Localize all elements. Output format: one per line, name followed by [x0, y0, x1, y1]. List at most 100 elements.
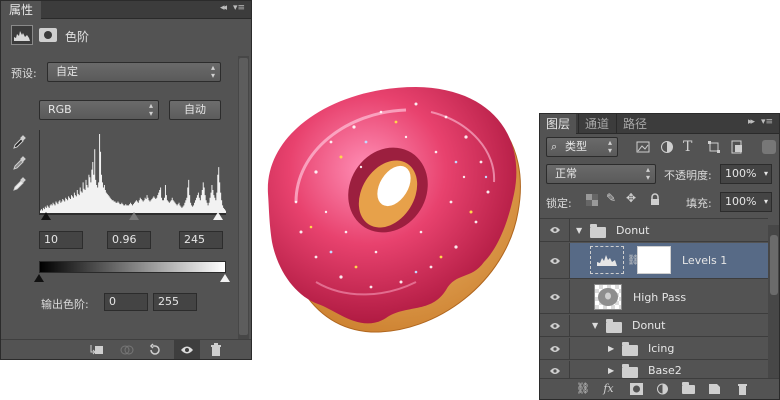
layer-name: Donut [632, 319, 666, 332]
caret-down-icon[interactable]: ▼ [592, 321, 598, 330]
properties-panel: 属性 ◂◂ ▾≡ 色阶 预设: 自定 ▴ ▾ RGB ▴ ▾ 自动 10 0.9… [0, 0, 252, 360]
blend-mode-value: 正常 [555, 167, 577, 180]
panel-menu-icon[interactable]: ▾≡ [761, 117, 773, 127]
tab-paths[interactable]: 路径 [616, 114, 653, 134]
layer-name: Levels 1 [682, 254, 728, 267]
layers-panel: 图层 通道 路径 ▸▸ ▾≡ ⌕ 类型 ▴ ▾ T 正常 ▴ ▾ 不透明度: 100… [539, 113, 780, 400]
input-gamma-slider-handle[interactable] [129, 212, 139, 220]
caret-down-icon[interactable]: ▼ [576, 226, 582, 235]
filter-kind-value: 类型 [565, 140, 587, 153]
output-white-slider-handle[interactable] [220, 274, 230, 282]
panel-menu-icon[interactable]: ▾≡ [233, 3, 245, 13]
preset-value: 自定 [56, 65, 78, 78]
scrollbar-thumb[interactable] [239, 58, 248, 335]
filter-pixel-icon[interactable] [636, 140, 650, 154]
layer-visibility-toggle[interactable] [540, 338, 570, 359]
tab-layers[interactable]: 图层 [540, 114, 577, 134]
layer-row-levels-selected[interactable]: ⛓ Levels 1 [540, 243, 768, 279]
layer-row-group[interactable]: ▶ Icing [540, 338, 768, 360]
search-icon: ⌕ [551, 140, 558, 153]
layers-scrollbar[interactable] [768, 225, 779, 381]
adjustment-title: 色阶 [65, 30, 90, 44]
layer-visibility-toggle[interactable] [540, 243, 570, 278]
collapse-panel-icon[interactable]: ◂◂ [220, 3, 227, 13]
reset-adjustment-icon[interactable] [147, 343, 163, 357]
output-levels-label: 输出色阶: [41, 298, 89, 311]
eye-icon [550, 322, 560, 329]
lock-position-icon[interactable]: ✥ [626, 191, 636, 205]
eye-icon [550, 293, 560, 300]
levels-adjustment-icon [597, 255, 617, 266]
new-layer-icon[interactable] [708, 383, 721, 395]
properties-header: 色阶 [11, 25, 243, 47]
channel-select[interactable]: RGB ▴ ▾ [39, 100, 159, 120]
caret-right-icon[interactable]: ▶ [608, 366, 614, 375]
output-black-slider-handle[interactable] [34, 274, 44, 282]
lock-image-pixels-icon[interactable]: ✎ [606, 191, 616, 205]
levels-histogram [39, 130, 226, 214]
layer-name: High Pass [633, 291, 687, 304]
layer-name: Base2 [648, 364, 682, 377]
layer-mask-icon[interactable] [39, 28, 57, 42]
folder-icon [590, 224, 606, 238]
preset-select[interactable]: 自定 ▴ ▾ [47, 62, 221, 82]
folder-icon [622, 364, 638, 378]
opacity-field[interactable]: 100% ▾ [720, 164, 772, 184]
layer-row-smart-object[interactable]: High Pass [540, 280, 768, 314]
levels-adjustment-thumbnail[interactable] [590, 246, 624, 274]
lock-transparent-pixels-icon[interactable] [586, 194, 598, 206]
auto-button[interactable]: 自动 [169, 100, 221, 120]
filter-toggle-switch[interactable] [762, 140, 776, 154]
input-white-field[interactable]: 245 [179, 231, 223, 249]
eye-icon [550, 257, 560, 264]
new-group-icon[interactable] [682, 382, 695, 394]
delete-adjustment-icon[interactable] [209, 343, 223, 357]
blend-mode-select[interactable]: 正常 ▴ ▾ [546, 164, 656, 184]
input-gamma-field[interactable]: 0.96 [107, 231, 151, 249]
output-black-field[interactable]: 0 [104, 293, 148, 311]
input-black-slider-handle[interactable] [41, 212, 51, 220]
clip-to-layer-icon[interactable] [89, 343, 105, 357]
layer-row-group[interactable]: ▼ Donut [540, 315, 768, 337]
levels-adjustment-icon[interactable] [11, 25, 33, 45]
opacity-label: 不透明度: [664, 169, 712, 182]
lock-all-icon[interactable] [650, 193, 660, 206]
layer-filter-select[interactable]: ⌕ 类型 ▴ ▾ [546, 137, 618, 157]
delete-icon[interactable] [736, 383, 749, 395]
select-arrows-icon: ▴ ▾ [645, 165, 650, 182]
preset-label: 预设: [11, 67, 37, 80]
view-previous-state-icon[interactable] [119, 343, 135, 357]
chevron-down-icon: ▾ [763, 197, 768, 206]
white-point-eyedropper-icon[interactable] [12, 177, 27, 192]
input-black-field[interactable]: 10 [39, 231, 83, 249]
toggle-visibility-button[interactable] [174, 340, 200, 359]
high-pass-thumbnail[interactable] [594, 284, 622, 310]
add-mask-icon[interactable] [630, 383, 643, 395]
gray-point-eyedropper-icon[interactable] [12, 156, 27, 171]
collapse-panel-icon[interactable]: ▸▸ [748, 117, 755, 127]
filter-shape-icon[interactable] [707, 140, 721, 154]
filter-smart-object-icon[interactable] [730, 140, 744, 154]
filter-type-icon[interactable]: T [683, 140, 697, 154]
eye-icon [550, 345, 560, 352]
layer-mask-thumbnail[interactable] [637, 246, 671, 274]
tab-channels[interactable]: 通道 [578, 114, 615, 134]
layer-visibility-toggle[interactable] [540, 280, 570, 313]
fill-value: 100% [725, 195, 757, 208]
layer-visibility-toggle[interactable] [540, 219, 570, 241]
input-white-slider-handle[interactable] [213, 212, 223, 220]
layer-visibility-toggle[interactable] [540, 315, 570, 336]
new-adjustment-icon[interactable] [656, 383, 669, 395]
link-icon[interactable]: ⛓ [576, 383, 590, 395]
tab-properties[interactable]: 属性 [1, 1, 42, 19]
output-white-field[interactable]: 255 [153, 293, 197, 311]
scrollbar-thumb[interactable] [770, 235, 778, 295]
layer-row-group[interactable]: ▼ Donut [540, 218, 768, 242]
black-point-eyedropper-icon[interactable] [12, 135, 27, 150]
filter-adjustment-icon[interactable] [660, 140, 674, 154]
fill-field[interactable]: 100% ▾ [720, 192, 772, 212]
properties-scrollbar[interactable] [238, 56, 249, 339]
caret-right-icon[interactable]: ▶ [608, 344, 614, 353]
fx-icon[interactable]: fx [602, 383, 615, 395]
folder-icon [606, 319, 622, 333]
